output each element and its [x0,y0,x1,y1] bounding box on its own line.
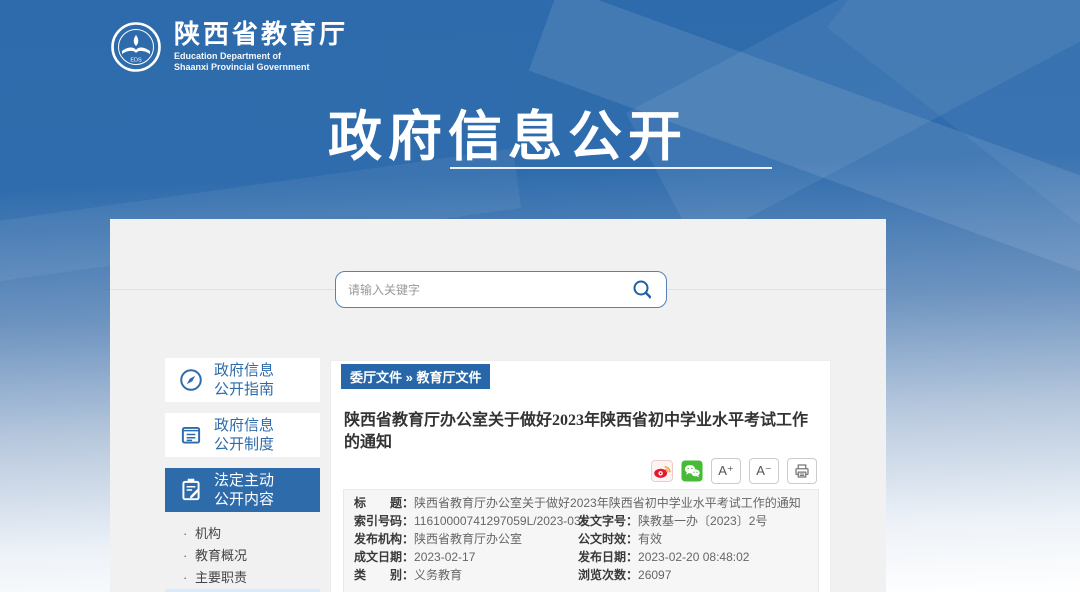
site-logo-text: 陕西省教育厅 Education Department of Shaanxi P… [174,20,348,73]
sidebar-item-label: 法定主动 公开内容 [214,471,274,510]
meta-row-category: 类 别：义务教育 浏览次数：26097 [354,566,808,584]
meta-value: 有效 [638,532,662,546]
sidebar-item-gov-info-system[interactable]: 政府信息 公开制度 [165,413,320,457]
sidebar-item-label: 政府信息 公开制度 [214,416,274,455]
meta-value: 陕西省教育厅办公室关于做好2023年陕西省初中学业水平考试工作的通知 [414,496,801,510]
meta-label: 索引号码： [354,514,414,528]
document-meta-table: 标 题：陕西省教育厅办公室关于做好2023年陕西省初中学业水平考试工作的通知 索… [343,489,819,592]
wechat-icon [681,460,703,482]
meta-value: 2023-02-20 08:48:02 [638,550,749,564]
sidebar-subitem-org[interactable]: 机构 [165,523,320,545]
clipboard-pencil-icon [178,477,204,503]
search-input[interactable] [348,283,628,297]
meta-row-title: 标 题：陕西省教育厅办公室关于做好2023年陕西省初中学业水平考试工作的通知 [354,494,808,512]
meta-label: 成文日期： [354,550,414,564]
font-decrease-button[interactable]: A⁻ [749,458,779,484]
meta-value: 11610000741297059L/2023-031 [414,514,587,528]
content-panel: 政府信息 公开指南 政府信息 公开制度 [110,219,886,592]
breadcrumb[interactable]: 委厅文件 » 教育厅文件 [341,364,490,389]
sidebar-subitem-education-overview[interactable]: 教育概况 [165,545,320,567]
document-icon [178,422,204,448]
search-button[interactable] [628,275,658,305]
sidebar-item-label: 政府信息 公开指南 [214,361,274,400]
wechat-share-button[interactable] [681,460,703,482]
bg-streak [626,0,1080,246]
search-bar [335,271,667,308]
weibo-share-button[interactable] [651,460,673,482]
page-title: 政府信息公开 [328,92,688,171]
printer-icon [793,462,811,480]
print-button[interactable] [787,458,817,484]
meta-row-index: 索引号码：11610000741297059L/2023-031 发文字号：陕教… [354,512,808,530]
sidebar-item-gov-info-guide[interactable]: 政府信息 公开指南 [165,358,320,402]
meta-label: 发布机构： [354,532,414,546]
site-logo[interactable]: EDS 陕西省教育厅 Education Department of Shaan… [110,20,348,73]
weibo-icon [651,460,673,482]
org-name-en-line2: Shaanxi Provincial Government [174,62,348,73]
meta-value: 义务教育 [414,568,462,582]
compass-icon [178,367,204,393]
article-toolbar: A⁺ A⁻ [651,458,817,484]
sidebar-sublist: 机构 教育概况 主要职责 委厅文件 [165,523,320,592]
title-underline [450,167,772,169]
meta-row-issuer: 发布机构：陕西省教育厅办公室 公文时效：有效 [354,530,808,548]
font-increase-button[interactable]: A⁺ [711,458,741,484]
page: EDS 陕西省教育厅 Education Department of Shaan… [0,0,1080,592]
meta-value: 26097 [638,568,671,582]
search-icon [631,278,655,302]
meta-value: 陕教基一办〔2023〕2号 [638,514,767,528]
meta-row-dates: 成文日期：2023-02-17 发布日期：2023-02-20 08:48:02 [354,548,808,566]
meta-value: 陕西省教育厅办公室 [414,532,522,546]
article-card: 委厅文件 » 教育厅文件 陕西省教育厅办公室关于做好2023年陕西省初中学业水平… [330,360,831,592]
sidebar-item-statutory-disclosure[interactable]: 法定主动 公开内容 [165,468,320,512]
svg-text:EDS: EDS [130,57,142,63]
meta-value: 2023-02-17 [414,550,475,564]
sidebar-subitem-main-duties[interactable]: 主要职责 [165,567,320,589]
meta-label: 浏览次数： [578,568,638,582]
meta-label: 标 题： [354,496,414,510]
org-name-zh: 陕西省教育厅 [174,20,348,49]
meta-label: 公文时效： [578,532,638,546]
org-name-en: Education Department of Shaanxi Provinci… [174,51,348,74]
meta-label: 发文字号： [578,514,638,528]
meta-label: 发布日期： [578,550,638,564]
education-department-emblem-icon: EDS [110,21,162,73]
meta-label: 类 别： [354,568,414,582]
org-name-en-line1: Education Department of [174,51,348,62]
sidebar: 政府信息 公开指南 政府信息 公开制度 [165,358,320,592]
article-title: 陕西省教育厅办公室关于做好2023年陕西省初中学业水平考试工作的通知 [344,410,817,453]
